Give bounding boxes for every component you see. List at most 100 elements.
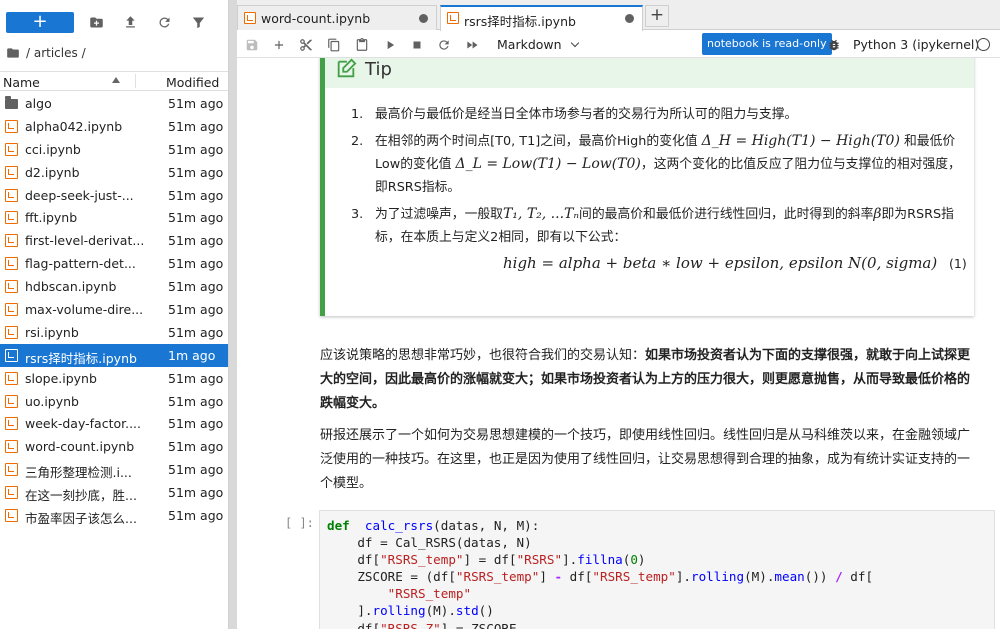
file-modified: 51m ago — [168, 370, 224, 386]
file-modified: 51m ago — [168, 462, 224, 478]
breadcrumb[interactable]: / articles / — [6, 44, 86, 62]
file-list: algo 51m ago alpha042.ipynb 51m ago cci.ipyn… — [0, 92, 228, 527]
paste-icon[interactable] — [352, 35, 372, 55]
insert-cell-icon[interactable] — [269, 35, 289, 55]
run-icon[interactable] — [380, 35, 400, 55]
file-name: d2.ipynb — [25, 164, 80, 180]
save-icon[interactable] — [242, 35, 262, 55]
tab-word-count[interactable]: word-count.ipynb — [237, 5, 437, 30]
list-number: 3. — [351, 207, 364, 222]
unsaved-dot-icon[interactable] — [625, 14, 634, 23]
code-cell[interactable]: def calc_rsrs(datas, N, M): df = Cal_RSR… — [319, 510, 995, 629]
code-token: df[ — [327, 620, 381, 629]
filter-icon[interactable] — [186, 10, 210, 34]
tip-item: 2. 在相邻的两个时间点[T0, T1]之间，最高价High的变化值 Δ_H =… — [345, 130, 965, 199]
file-modified: 1m ago — [168, 347, 216, 363]
restart-icon[interactable] — [434, 35, 454, 55]
tip-item-text: 为了过滤噪声，一般取 — [375, 207, 503, 222]
notebook-icon — [5, 234, 18, 248]
file-modified: 51m ago — [168, 118, 224, 134]
code-token: df[ — [850, 569, 874, 585]
column-divider[interactable] — [135, 74, 136, 88]
file-row[interactable]: uo.ipynb 51m ago — [0, 390, 228, 413]
code-token: (M). — [425, 603, 456, 619]
new-launcher-button[interactable]: + — [6, 11, 74, 33]
file-name: 市盈率因子该怎么... — [25, 511, 137, 527]
regression-formula: high = alpha + beta ∗ low + epsilon, eps… — [503, 254, 938, 272]
file-row[interactable]: 市盈率因子该怎么... 51m ago — [0, 504, 228, 527]
notebook-icon — [5, 486, 18, 500]
file-row[interactable]: rsi.ipynb 51m ago — [0, 321, 228, 344]
add-tab-button[interactable]: + — [645, 5, 669, 27]
code-token: def — [327, 518, 350, 533]
code-token: 0 — [630, 552, 638, 568]
new-folder-icon[interactable] — [84, 10, 108, 34]
pencil-edit-icon — [337, 58, 357, 78]
code-token: () — [478, 603, 494, 619]
stop-icon[interactable] — [407, 35, 427, 55]
file-row[interactable]: first-level-derivat... 51m ago — [0, 229, 228, 252]
sort-ascending-icon[interactable] — [112, 77, 120, 83]
file-row[interactable]: max-volume-dire... 51m ago — [0, 298, 228, 321]
code-token: rolling — [691, 569, 745, 585]
file-row[interactable]: rsrs择时指标.ipynb 1m ago — [0, 343, 228, 367]
notebook-icon — [5, 142, 18, 156]
file-row[interactable]: deep-seek-just-... 51m ago — [0, 184, 228, 207]
tab-rsrs[interactable]: rsrs择时指标.ipynb — [440, 5, 643, 31]
file-row[interactable]: d2.ipynb 51m ago — [0, 161, 228, 184]
modified-column-header[interactable]: Modified — [166, 75, 219, 90]
file-modified: 51m ago — [168, 96, 224, 111]
debugger-bug-icon[interactable] — [827, 37, 841, 51]
file-row[interactable]: week-day-factor.... 51m ago — [0, 412, 228, 435]
file-row[interactable]: hdbscan.ipynb 51m ago — [0, 275, 228, 298]
cut-icon[interactable] — [296, 35, 316, 55]
file-row[interactable]: alpha042.ipynb 51m ago — [0, 115, 228, 138]
code-token: std — [455, 603, 479, 619]
breadcrumb-path[interactable]: / articles / — [26, 46, 86, 60]
tip-item-text: 在相邻的两个时间点[T0, T1]之间，最高价High的变化值 — [375, 134, 702, 149]
file-name: slope.ipynb — [25, 370, 97, 386]
notebook-icon — [5, 440, 18, 454]
file-row[interactable]: slope.ipynb 51m ago — [0, 367, 228, 390]
notebook-icon — [5, 211, 18, 225]
file-row[interactable]: fft.ipynb 51m ago — [0, 206, 228, 229]
file-row[interactable]: flag-pattern-det... 51m ago — [0, 252, 228, 275]
file-name: rsi.ipynb — [25, 324, 79, 340]
refresh-icon[interactable] — [152, 10, 176, 34]
file-row[interactable]: 在这一刻抄底，胜... 51m ago — [0, 481, 228, 504]
copy-icon[interactable] — [324, 35, 344, 55]
file-modified: 51m ago — [168, 141, 224, 157]
cell-type-select[interactable]: Markdown — [497, 37, 579, 52]
file-row[interactable]: algo 51m ago — [0, 92, 228, 115]
kernel-name[interactable]: Python 3 (ipykernel) — [853, 37, 979, 52]
file-row[interactable]: cci.ipynb 51m ago — [0, 138, 228, 161]
file-modified: 51m ago — [168, 256, 224, 272]
file-modified: 51m ago — [168, 393, 224, 409]
code-line: df["RSRS_Z"] = ZSCORE — [327, 620, 987, 629]
chevron-down-icon — [570, 38, 579, 48]
file-row[interactable]: word-count.ipynb 51m ago — [0, 435, 228, 458]
code-token: "RSRS_temp" — [592, 569, 676, 585]
code-token: rolling — [372, 603, 426, 619]
code-token: ()) — [804, 569, 836, 585]
folder-icon[interactable] — [6, 46, 20, 60]
file-name: rsrs择时指标.ipynb — [25, 350, 137, 366]
upload-icon[interactable] — [118, 10, 142, 34]
code-editor[interactable]: def calc_rsrs(datas, N, M): df = Cal_RSR… — [327, 517, 987, 629]
fast-forward-icon[interactable] — [462, 35, 482, 55]
file-row[interactable]: 三角形整理检测.i... 51m ago — [0, 458, 228, 481]
panel-splitter[interactable] — [229, 0, 237, 629]
file-modified: 51m ago — [168, 187, 224, 203]
code-line: def calc_rsrs(datas, N, M): — [327, 517, 987, 534]
notebook-icon — [5, 394, 18, 408]
unsaved-dot-icon[interactable] — [419, 14, 428, 23]
code-token: "RSRS_temp" — [455, 569, 540, 585]
code-token: ]. — [675, 569, 691, 585]
tip-item: 1. 最高价与最低价是经当日全体市场参与者的交易行为所认可的阻力与支撑。 — [345, 103, 965, 126]
file-modified: 51m ago — [168, 439, 224, 455]
name-column-header[interactable]: Name — [3, 75, 40, 90]
list-number: 1. — [351, 107, 364, 122]
notebook-icon — [5, 325, 18, 339]
